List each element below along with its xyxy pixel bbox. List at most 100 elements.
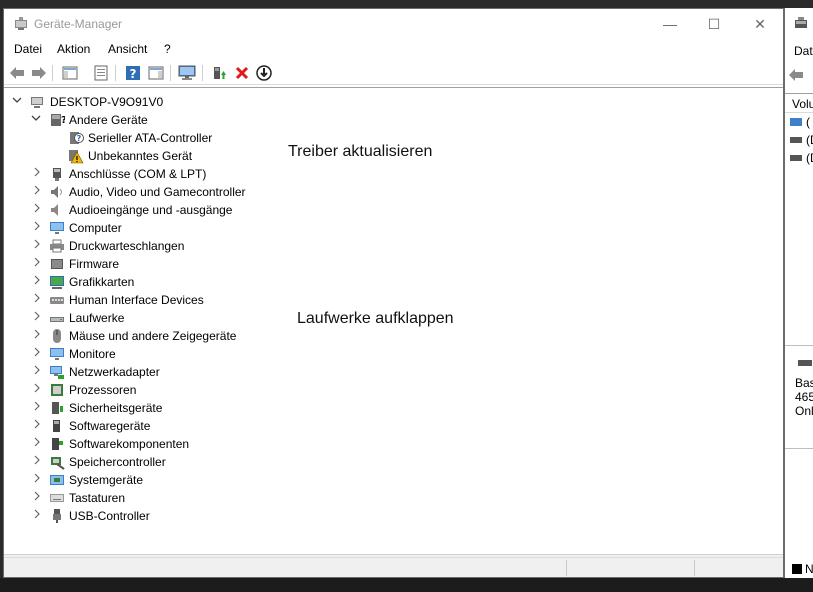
category-label: Sicherheitsgeräte <box>69 401 163 415</box>
tree-category-tastaturen[interactable]: Tastaturen <box>4 489 304 507</box>
tree-category-firmware[interactable]: Firmware <box>4 255 304 273</box>
chevron-right-icon[interactable] <box>31 509 43 523</box>
network-adapter-icon <box>49 364 65 380</box>
tree-category-laufwerke[interactable]: Laufwerke <box>4 309 304 327</box>
category-label: Systemgeräte <box>69 473 144 487</box>
chevron-right-icon[interactable] <box>31 185 43 199</box>
title-bar[interactable]: Geräte-Manager — ☐ ✕ <box>4 9 783 39</box>
tree-category-druckwarteschlangen[interactable]: Druckwarteschlangen <box>4 237 304 255</box>
disable-device-icon[interactable] <box>255 64 273 82</box>
menu-datei[interactable]: Datei <box>14 42 42 56</box>
chevron-right-icon[interactable] <box>31 347 43 361</box>
device-tree: DESKTOP-V9O91V0 ? Andere Geräte ? Seriel… <box>4 87 783 554</box>
tree-category-softwaregeraete[interactable]: Softwaregeräte <box>4 417 304 435</box>
tree-child-unbekanntes-geraet[interactable]: Unbekanntes Gerät <box>4 147 304 165</box>
svg-text:?: ? <box>61 115 65 126</box>
chevron-right-icon[interactable] <box>31 293 43 307</box>
chevron-right-icon[interactable] <box>31 257 43 271</box>
system-device-icon <box>49 472 65 488</box>
back-arrow-icon[interactable] <box>788 68 804 85</box>
forward-arrow-icon[interactable] <box>30 64 48 82</box>
disk-panel[interactable]: Bas 465 Onl <box>785 345 813 449</box>
tree-category-systemgeraete[interactable]: Systemgeräte <box>4 471 304 489</box>
tree-group-andere-geraete[interactable]: ? Andere Geräte <box>4 111 304 129</box>
chevron-right-icon[interactable] <box>31 239 43 253</box>
monitor-icon <box>49 220 65 236</box>
tree-category-softwarekomponenten[interactable]: Softwarekomponenten <box>4 435 304 453</box>
chevron-right-icon[interactable] <box>31 275 43 289</box>
chevron-down-icon[interactable] <box>30 113 42 127</box>
status-separator <box>566 560 567 576</box>
mouse-icon <box>49 328 65 344</box>
back-arrow-icon[interactable] <box>8 64 26 82</box>
chevron-right-icon[interactable] <box>31 491 43 505</box>
toolbar-separator <box>170 65 171 81</box>
show-hide-console-tree-icon[interactable] <box>61 64 79 82</box>
usb-icon <box>49 508 65 524</box>
chevron-right-icon[interactable] <box>31 401 43 415</box>
toolbar-separator <box>115 65 116 81</box>
minimize-button[interactable]: — <box>660 14 680 34</box>
update-driver-icon[interactable] <box>210 64 228 82</box>
root-label: DESKTOP-V9O91V0 <box>50 95 164 109</box>
volume-column-header[interactable]: Volu <box>785 93 813 113</box>
group-label: Andere Geräte <box>69 113 148 127</box>
chevron-right-icon[interactable] <box>31 203 43 217</box>
tree-category-prozessoren[interactable]: Prozessoren <box>4 381 304 399</box>
menu-aktion[interactable]: Aktion <box>57 42 90 56</box>
chevron-right-icon[interactable] <box>31 473 43 487</box>
chevron-right-icon[interactable] <box>31 329 43 343</box>
volume-icon <box>790 118 802 126</box>
action-pane-icon[interactable] <box>147 64 165 82</box>
tree-category-monitore[interactable]: Monitore <box>4 345 304 363</box>
chevron-right-icon[interactable] <box>31 455 43 469</box>
second-window: Dat Volu ( (D (D Bas 465 Onl N <box>784 8 813 578</box>
category-label: Prozessoren <box>69 383 137 397</box>
close-button[interactable]: ✕ <box>750 14 770 34</box>
tree-category-maeuse[interactable]: Mäuse und andere Zeigegeräte <box>4 327 304 345</box>
device-manager-window: Geräte-Manager — ☐ ✕ Datei Aktion Ansich… <box>3 8 784 578</box>
chevron-right-icon[interactable] <box>31 221 43 235</box>
monitor-icon <box>49 346 65 362</box>
category-label: USB-Controller <box>69 509 150 523</box>
chevron-right-icon[interactable] <box>31 311 43 325</box>
scan-hardware-icon[interactable] <box>178 64 196 82</box>
category-label: Netzwerkadapter <box>69 365 160 379</box>
category-label: Audio, Video und Gamecontroller <box>69 185 246 199</box>
chevron-right-icon[interactable] <box>31 167 43 181</box>
drive-icon <box>790 137 802 143</box>
window-title: Geräte-Manager <box>34 17 123 31</box>
tree-root[interactable]: DESKTOP-V9O91V0 <box>4 93 304 111</box>
keyboard-icon <box>49 490 65 506</box>
tree-category-computer[interactable]: Computer <box>4 219 304 237</box>
tree-category-audio-video[interactable]: Audio, Video und Gamecontroller <box>4 183 304 201</box>
tree-child-serieller-ata[interactable]: ? Serieller ATA-Controller <box>4 129 304 147</box>
unknown-device-icon: ? <box>68 130 84 146</box>
chevron-right-icon[interactable] <box>31 383 43 397</box>
menu-ansicht[interactable]: Ansicht <box>108 42 147 56</box>
uninstall-device-icon[interactable] <box>233 64 251 82</box>
chevron-right-icon[interactable] <box>31 365 43 379</box>
tree-category-usb-controller[interactable]: USB-Controller <box>4 507 304 525</box>
svg-text:?: ? <box>130 67 137 81</box>
tree-category-hid[interactable]: Human Interface Devices <box>4 291 304 309</box>
maximize-button[interactable]: ☐ <box>704 14 724 34</box>
category-label: Druckwarteschlangen <box>69 239 185 253</box>
tree-category-audioeingaenge[interactable]: Audioeingänge und -ausgänge <box>4 201 304 219</box>
software-device-icon <box>49 418 65 434</box>
tree-category-netzwerkadapter[interactable]: Netzwerkadapter <box>4 363 304 381</box>
menu-help[interactable]: ? <box>164 42 171 56</box>
tree-category-speichercontroller[interactable]: Speichercontroller <box>4 453 304 471</box>
help-icon[interactable]: ? <box>124 64 142 82</box>
category-label: Audioeingänge und -ausgänge <box>69 203 233 217</box>
properties-icon[interactable] <box>92 64 110 82</box>
chevron-down-icon[interactable] <box>11 95 23 109</box>
legend-label: N <box>805 562 813 576</box>
second-menu-datei[interactable]: Dat <box>794 44 813 58</box>
tree-category-anschluesse[interactable]: Anschlüsse (COM & LPT) <box>4 165 304 183</box>
tree-category-grafikkarten[interactable]: Grafikkarten <box>4 273 304 291</box>
chevron-right-icon[interactable] <box>31 419 43 433</box>
chevron-right-icon[interactable] <box>31 437 43 451</box>
drive-icon <box>49 310 65 326</box>
tree-category-sicherheitsgeraete[interactable]: Sicherheitsgeräte <box>4 399 304 417</box>
